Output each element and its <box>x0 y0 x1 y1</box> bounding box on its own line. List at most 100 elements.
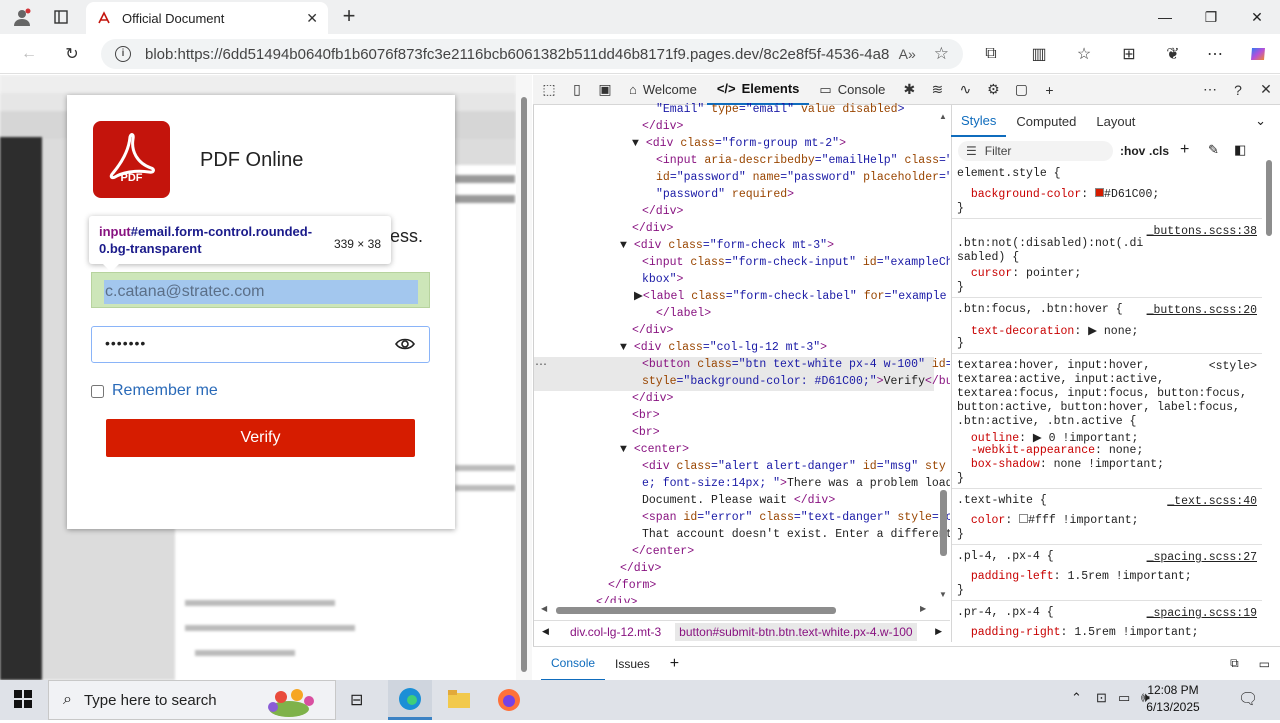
favorite-star-icon[interactable]: ☆ <box>934 44 949 64</box>
verify-button[interactable]: Verify <box>106 419 415 457</box>
dock-drawer-icon[interactable]: ▭ <box>1249 647 1280 681</box>
device-icon[interactable]: ⊡ <box>1096 690 1107 706</box>
scroll-right-arrow-icon[interactable]: ▶ <box>920 604 926 613</box>
page-scrollbar-thumb[interactable] <box>521 97 527 672</box>
show-password-eye-icon[interactable] <box>395 337 415 354</box>
devtools-more-icon[interactable]: ⋯ <box>1196 76 1224 104</box>
inspect-element-icon[interactable]: ⬚ <box>535 76 563 104</box>
remember-me-checkbox[interactable] <box>91 384 104 398</box>
profile-icon[interactable] <box>10 6 34 28</box>
brand-title: PDF Online <box>200 149 304 171</box>
address-bar[interactable]: i blob:https://6dd51494b0640fb1b6076f873… <box>101 39 963 69</box>
tab-styles[interactable]: Styles <box>951 105 1007 137</box>
favorites-icon[interactable]: ☆ <box>1069 40 1099 68</box>
close-devtools-icon[interactable]: ✕ <box>1252 76 1280 104</box>
password-field[interactable]: ••••••• <box>91 326 430 363</box>
settings-gear-icon[interactable]: ⚙ <box>979 76 1007 104</box>
info-icon[interactable]: i <box>115 46 131 62</box>
email-value: c.catana@stratec.com <box>104 280 418 304</box>
filter-icon: ☰ <box>966 144 977 158</box>
tab-welcome[interactable]: ⌂ Welcome <box>619 75 707 105</box>
firefox-icon[interactable] <box>497 688 521 715</box>
extensions-icon[interactable]: ⧉ <box>976 40 1006 68</box>
maximize-button[interactable]: ❐ <box>1188 0 1234 34</box>
chevron-down-icon[interactable]: ⌄ <box>1255 113 1266 129</box>
element-inspect-tooltip: input#email.form-control.rounded-0.bg-tr… <box>89 216 391 272</box>
blurred-reader-sidebar <box>0 137 42 680</box>
elements-scrollbar-thumb[interactable] <box>940 490 947 556</box>
styles-scrollbar-thumb[interactable] <box>1266 160 1272 236</box>
taskbar-search-input[interactable]: ⌕ Type here to search <box>48 680 336 720</box>
notifications-icon[interactable]: 🗨 <box>1238 689 1258 709</box>
new-style-rule-icon[interactable]: + <box>1180 141 1189 159</box>
split-screen-icon[interactable]: ▥ <box>1024 40 1054 68</box>
network-status-icon[interactable]: ▭ <box>1118 690 1130 706</box>
performance-icon[interactable]: ∿ <box>951 76 979 104</box>
windows-start-icon[interactable] <box>14 690 32 711</box>
minimize-button[interactable]: — <box>1142 0 1188 34</box>
undock-drawer-icon[interactable]: ⧉ <box>1220 647 1249 681</box>
tab-actions-icon[interactable] <box>50 6 72 28</box>
dock-side-icon[interactable]: ▣ <box>591 76 619 104</box>
copilot-icon[interactable] <box>1243 40 1273 68</box>
application-icon[interactable]: ▢ <box>1007 76 1035 104</box>
close-window-button[interactable]: ✕ <box>1234 0 1280 34</box>
scroll-left-arrow-icon[interactable]: ◀ <box>541 604 547 613</box>
breadcrumb-prev-icon[interactable]: ◀ <box>542 626 549 637</box>
drawer-add-tab-icon[interactable]: + <box>660 647 689 681</box>
file-explorer-icon[interactable] <box>448 690 470 711</box>
device-emulation-icon[interactable]: ▯ <box>563 76 591 104</box>
settings-menu-icon[interactable]: ⋯ <box>1200 40 1230 68</box>
clock-time: 12:08 PM <box>1147 683 1199 697</box>
performance-icon[interactable]: ❦ <box>1158 40 1188 68</box>
code-icon: </> <box>716 81 736 96</box>
tooltip-dimensions: 339 × 38 <box>333 237 381 251</box>
drawer-tab-console[interactable]: Console <box>541 647 606 681</box>
breadcrumb-item-active[interactable]: button#submit-btn.btn.text-white.px-4.w-… <box>675 622 917 641</box>
element-state-icon[interactable]: ✎ <box>1208 142 1219 158</box>
close-tab-icon[interactable]: ✕ <box>306 10 318 27</box>
tab-title: Official Document <box>122 10 225 26</box>
remember-me[interactable]: Remember me <box>91 382 218 400</box>
styles-filter-input[interactable]: ☰ Filter <box>958 141 1113 161</box>
tab-computed[interactable]: Computed <box>1006 105 1086 137</box>
email-field[interactable]: c.catana@stratec.com <box>91 272 430 308</box>
cls-toggle[interactable]: .cls <box>1149 144 1169 158</box>
tulip-decoration-icon <box>259 685 329 723</box>
help-icon[interactable]: ? <box>1224 76 1252 104</box>
back-button[interactable]: ← <box>14 40 44 68</box>
tooltip-selector: input#email.form-control.rounded-0.bg-tr… <box>99 224 313 256</box>
search-icon: ⌕ <box>63 691 72 708</box>
task-view-icon[interactable]: ⊟ <box>350 690 363 710</box>
drawer-tab-issues[interactable]: Issues <box>605 647 660 681</box>
pdf-logo: PDF <box>93 121 170 198</box>
tab-layout[interactable]: Layout <box>1086 105 1145 137</box>
tab-elements[interactable]: </> Elements <box>706 75 810 105</box>
url-text: blob:https://6dd51494b0640fb1b6076f873fc… <box>145 45 889 63</box>
scroll-down-arrow-icon[interactable]: ▼ <box>939 590 947 599</box>
bug-icon[interactable]: ✱ <box>895 76 923 104</box>
scroll-up-arrow-icon[interactable]: ▲ <box>939 112 947 121</box>
edge-taskbar-icon[interactable] <box>388 680 432 720</box>
breadcrumb-item[interactable]: div.col-lg-12.mt-3 <box>570 625 661 639</box>
network-icon[interactable]: ≋ <box>923 76 951 104</box>
refresh-button[interactable]: ↻ <box>57 40 87 68</box>
show-hidden-icons-chevron-icon[interactable]: ⌃ <box>1071 690 1082 706</box>
acrobat-icon <box>109 133 155 180</box>
clock-date: 6/13/2025 <box>1146 700 1200 714</box>
logo-text: PDF <box>120 172 143 184</box>
hov-toggle[interactable]: :hov <box>1120 144 1145 158</box>
breadcrumb-next-icon[interactable]: ▶ <box>935 626 942 637</box>
toggle-sidebar-icon[interactable]: ◧ <box>1234 142 1246 158</box>
collections-icon[interactable]: ⊞ <box>1114 40 1144 68</box>
tab-official-document[interactable]: Official Document ✕ <box>86 2 328 34</box>
read-aloud-icon[interactable]: A» <box>899 46 916 62</box>
more-tools-plus-icon[interactable]: + <box>1035 76 1063 104</box>
search-placeholder: Type here to search <box>83 691 217 709</box>
tab-console[interactable]: ▭ Console <box>809 75 895 105</box>
new-tab-button[interactable]: + <box>336 5 362 29</box>
home-icon: ⌂ <box>629 82 637 97</box>
taskbar-clock[interactable]: 12:08 PM 6/13/2025 <box>1138 682 1208 716</box>
horizontal-scrollbar-thumb[interactable] <box>556 607 836 614</box>
elements-tree[interactable]: "Email" type="email" value disabled> </d… <box>534 101 950 603</box>
